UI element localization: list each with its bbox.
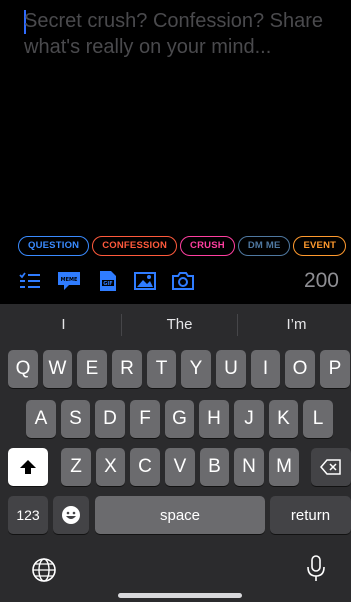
character-counter: 200 — [303, 269, 339, 292]
key-q[interactable]: Q — [8, 350, 38, 388]
suggestion-1[interactable]: I — [5, 304, 122, 346]
suggestion-3[interactable]: I’m — [238, 304, 351, 346]
tag-question[interactable]: QUESTION — [18, 236, 90, 256]
gif-icon[interactable]: GIF — [96, 270, 120, 292]
key-c[interactable]: C — [130, 448, 160, 486]
key-r[interactable]: R — [112, 350, 142, 388]
shift-key[interactable] — [8, 448, 48, 486]
key-w[interactable]: W — [43, 350, 72, 388]
key-p[interactable]: P — [320, 350, 350, 388]
key-j[interactable]: J — [234, 400, 264, 438]
key-h[interactable]: H — [199, 400, 229, 438]
camera-icon[interactable] — [171, 270, 195, 292]
list-icon[interactable] — [18, 270, 42, 292]
tag-chip-row: QUESTION CONFESSION CRUSH DM ME EVENT — [18, 236, 351, 260]
key-l[interactable]: L — [303, 400, 333, 438]
key-m[interactable]: M — [269, 448, 299, 486]
numbers-key[interactable]: 123 — [8, 496, 48, 534]
key-y[interactable]: Y — [181, 350, 211, 388]
key-o[interactable]: O — [285, 350, 315, 388]
suggestion-bar: I The I’m — [0, 304, 351, 346]
emoji-key[interactable] — [53, 496, 89, 534]
key-u[interactable]: U — [216, 350, 246, 388]
key-s[interactable]: S — [61, 400, 90, 438]
key-b[interactable]: B — [200, 448, 229, 486]
composer-placeholder: Secret crush? Confession? Share what's r… — [24, 10, 324, 58]
on-screen-keyboard: I The I’m Q W E R T Y U I O P A S D F G … — [0, 304, 351, 602]
home-indicator — [118, 593, 242, 598]
backspace-key[interactable] — [311, 448, 351, 486]
post-composer[interactable]: Secret crush? Confession? Share what's r… — [0, 0, 351, 232]
svg-text:GIF: GIF — [103, 281, 112, 287]
key-n[interactable]: N — [234, 448, 264, 486]
return-key[interactable]: return — [270, 496, 351, 534]
composer-toolbar: MEME GIF 200 — [0, 266, 351, 300]
svg-text:MEME: MEME — [61, 277, 78, 283]
emoji-icon — [62, 506, 80, 524]
backspace-icon — [320, 459, 341, 475]
meme-icon[interactable]: MEME — [57, 270, 81, 292]
globe-icon[interactable] — [31, 557, 57, 583]
key-a[interactable]: A — [26, 400, 56, 438]
key-f[interactable]: F — [130, 400, 160, 438]
key-z[interactable]: Z — [61, 448, 91, 486]
image-icon[interactable] — [133, 270, 157, 292]
key-e[interactable]: E — [77, 350, 107, 388]
shift-arrow-icon — [20, 460, 36, 474]
tag-crush[interactable]: CRUSH — [180, 236, 235, 256]
tag-event[interactable]: EVENT — [293, 236, 347, 256]
microphone-icon[interactable] — [305, 554, 327, 584]
key-d[interactable]: D — [95, 400, 125, 438]
key-g[interactable]: G — [165, 400, 194, 438]
key-v[interactable]: V — [165, 448, 195, 486]
key-x[interactable]: X — [96, 448, 125, 486]
key-k[interactable]: K — [269, 400, 298, 438]
tag-dm-me[interactable]: DM ME — [237, 236, 291, 256]
space-key[interactable]: space — [95, 496, 265, 534]
key-t[interactable]: T — [147, 350, 176, 388]
key-i[interactable]: I — [251, 350, 280, 388]
suggestion-2[interactable]: The — [121, 304, 238, 346]
tag-confession[interactable]: CONFESSION — [92, 236, 178, 256]
